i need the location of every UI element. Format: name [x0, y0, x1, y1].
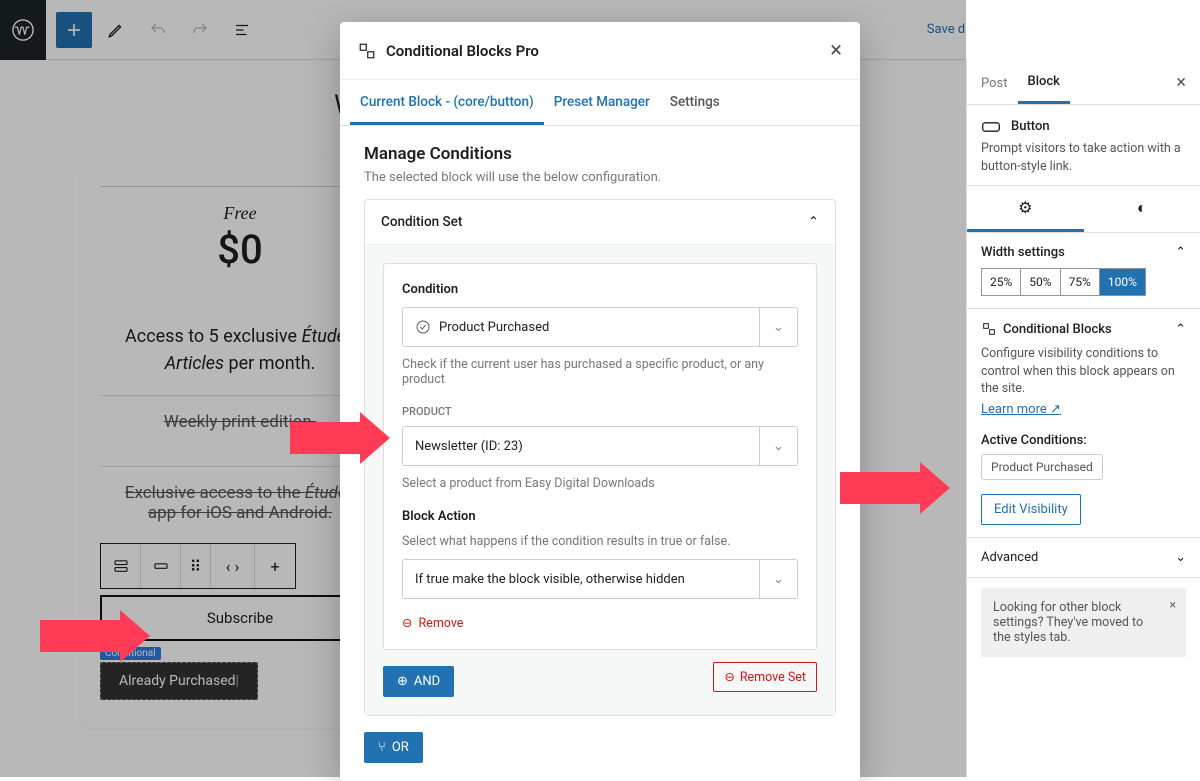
width-section: Width settings ⌃ 25% 50% 75% 100% [967, 233, 1200, 309]
add-icon[interactable]: + [255, 544, 295, 588]
feature-strike-2: Exclusive access to the Études app for i… [100, 466, 380, 539]
sidebar-tabs: Post Block × [967, 60, 1200, 105]
chevron-down-icon: ⌄ [759, 427, 797, 465]
condition-box: Condition Product Purchased ⌄ Check if t… [383, 263, 817, 650]
conditional-blocks-icon [981, 321, 997, 337]
tab-block[interactable]: Block [1018, 60, 1070, 104]
advanced-label: Advanced [981, 550, 1038, 565]
tab-current-block[interactable]: Current Block - (core/button) [350, 80, 544, 125]
drag-handle-icon[interactable]: ⠿ [181, 544, 211, 588]
chevron-down-icon: ⌄ [759, 308, 797, 346]
remove-set-button[interactable]: ⊖ Remove Set [713, 662, 817, 692]
condition-help: Check if the current user has purchased … [402, 357, 798, 387]
remove-icon: ⊖ [402, 615, 412, 631]
modal-close-icon[interactable]: × [830, 38, 842, 63]
block-header: Button Prompt visitors to take action wi… [967, 105, 1200, 186]
learn-more-link[interactable]: Learn more ↗ [981, 402, 1061, 417]
block-type-icon[interactable] [101, 544, 141, 588]
condition-select[interactable]: Product Purchased ⌄ [402, 307, 798, 347]
width-100[interactable]: 100% [1100, 269, 1145, 295]
edit-visibility-button[interactable]: Edit Visibility [981, 494, 1081, 525]
undo-button[interactable] [140, 12, 176, 48]
manage-conditions-heading: Manage Conditions [364, 144, 836, 164]
button-block-icon [981, 120, 1001, 134]
and-button[interactable]: ⊕ AND [383, 666, 454, 697]
plus-icon: ⊕ [397, 674, 408, 689]
width-50[interactable]: 50% [1021, 269, 1060, 295]
plan-price: $0 [100, 226, 380, 273]
save-draft-button[interactable]: Save draft [917, 14, 995, 45]
block-action-value: If true make the block visible, otherwis… [415, 572, 685, 587]
condition-value: Product Purchased [439, 320, 549, 335]
product-value: Newsletter (ID: 23) [415, 439, 523, 454]
product-help: Select a product from Easy Digital Downl… [402, 476, 798, 491]
width-25[interactable]: 25% [982, 269, 1021, 295]
remove-condition-button[interactable]: ⊖ Remove [402, 615, 798, 631]
conditional-blocks-modal: Conditional Blocks Pro × Current Block -… [340, 22, 860, 781]
chevron-down-icon: ⌄ [759, 560, 797, 598]
tab-post[interactable]: Post [971, 62, 1018, 103]
condition-set: Condition Set ⌃ Condition Product Purcha… [364, 199, 836, 716]
product-label: PRODUCT [402, 405, 798, 418]
active-conditions-label: Active Conditions: [981, 433, 1186, 448]
already-purchased-button[interactable]: Already Purchased| [100, 662, 258, 700]
publish-button[interactable]: Publish [1043, 14, 1114, 45]
block-toolbar: ⠿ ‹ › + [100, 543, 296, 589]
chevron-up-icon[interactable]: ⌃ [1175, 245, 1186, 260]
annotation-arrow [840, 462, 950, 514]
block-name: Button [1011, 119, 1050, 134]
modal-tabs: Current Block - (core/button) Preset Man… [340, 80, 860, 126]
edit-icon[interactable] [98, 12, 134, 48]
annotation-arrow [290, 412, 390, 464]
more-options-button[interactable]: ⋮ [1160, 13, 1190, 47]
cb-description: Configure visibility conditions to contr… [981, 345, 1186, 398]
split-icon: ⑂ [378, 740, 386, 755]
remove-icon: ⊖ [724, 669, 734, 685]
settings-panel-toggle[interactable] [1120, 13, 1154, 47]
align-icon[interactable] [141, 544, 181, 588]
modal-logo-icon [358, 42, 376, 60]
block-action-label: Block Action [402, 509, 798, 524]
modal-header: Conditional Blocks Pro × [340, 22, 860, 80]
conditional-blocks-section: Conditional Blocks ⌃ Configure visibilit… [967, 309, 1200, 538]
block-action-help: Select what happens if the condition res… [402, 534, 798, 549]
product-select[interactable]: Newsletter (ID: 23) ⌄ [402, 426, 798, 466]
settings-moved-notice: Looking for other block settings? They'v… [981, 588, 1186, 657]
tab-settings[interactable]: Settings [660, 80, 730, 125]
product-icon [415, 319, 431, 335]
active-condition-badge: Product Purchased [981, 454, 1103, 480]
style-tabs: ⚙ ◐ [967, 186, 1200, 233]
chevron-up-icon: ⌃ [808, 214, 819, 230]
condition-set-header[interactable]: Condition Set ⌃ [365, 200, 835, 244]
outline-button[interactable] [224, 12, 260, 48]
block-description: Prompt visitors to take action with a bu… [981, 140, 1186, 175]
block-action-select[interactable]: If true make the block visible, otherwis… [402, 559, 798, 599]
annotation-arrow [40, 610, 150, 662]
plan-description: Access to 5 exclusive Études Articles pe… [100, 323, 380, 377]
advanced-section[interactable]: Advanced ⌄ [967, 538, 1200, 578]
width-label: Width settings [981, 245, 1065, 260]
move-arrows-icon[interactable]: ‹ › [211, 544, 255, 588]
redo-button[interactable] [182, 12, 218, 48]
width-75[interactable]: 75% [1061, 269, 1100, 295]
settings-sidebar: Post Block × Button Prompt visitors to t… [966, 60, 1200, 777]
settings-tab-icon[interactable]: ⚙ [967, 186, 1084, 232]
close-sidebar-icon[interactable]: × [1166, 72, 1196, 93]
tab-preset-manager[interactable]: Preset Manager [544, 80, 660, 125]
cb-title: Conditional Blocks [1003, 322, 1112, 337]
add-block-button[interactable] [56, 12, 92, 48]
dismiss-notice-icon[interactable]: × [1169, 598, 1176, 613]
styles-tab-icon[interactable]: ◐ [1084, 186, 1200, 232]
manage-conditions-sub: The selected block will use the below co… [364, 170, 836, 185]
modal-title: Conditional Blocks Pro [386, 42, 539, 60]
width-buttons: 25% 50% 75% 100% [981, 268, 1146, 296]
chevron-down-icon: ⌄ [1175, 550, 1186, 565]
plan-name: Free [100, 186, 380, 224]
chevron-up-icon[interactable]: ⌃ [1175, 322, 1186, 337]
preview-button[interactable] [1001, 12, 1037, 48]
modal-body: Manage Conditions The selected block wil… [340, 126, 860, 781]
condition-label: Condition [402, 282, 798, 297]
or-button[interactable]: ⑂ OR [364, 732, 423, 763]
wp-logo[interactable] [0, 0, 46, 60]
